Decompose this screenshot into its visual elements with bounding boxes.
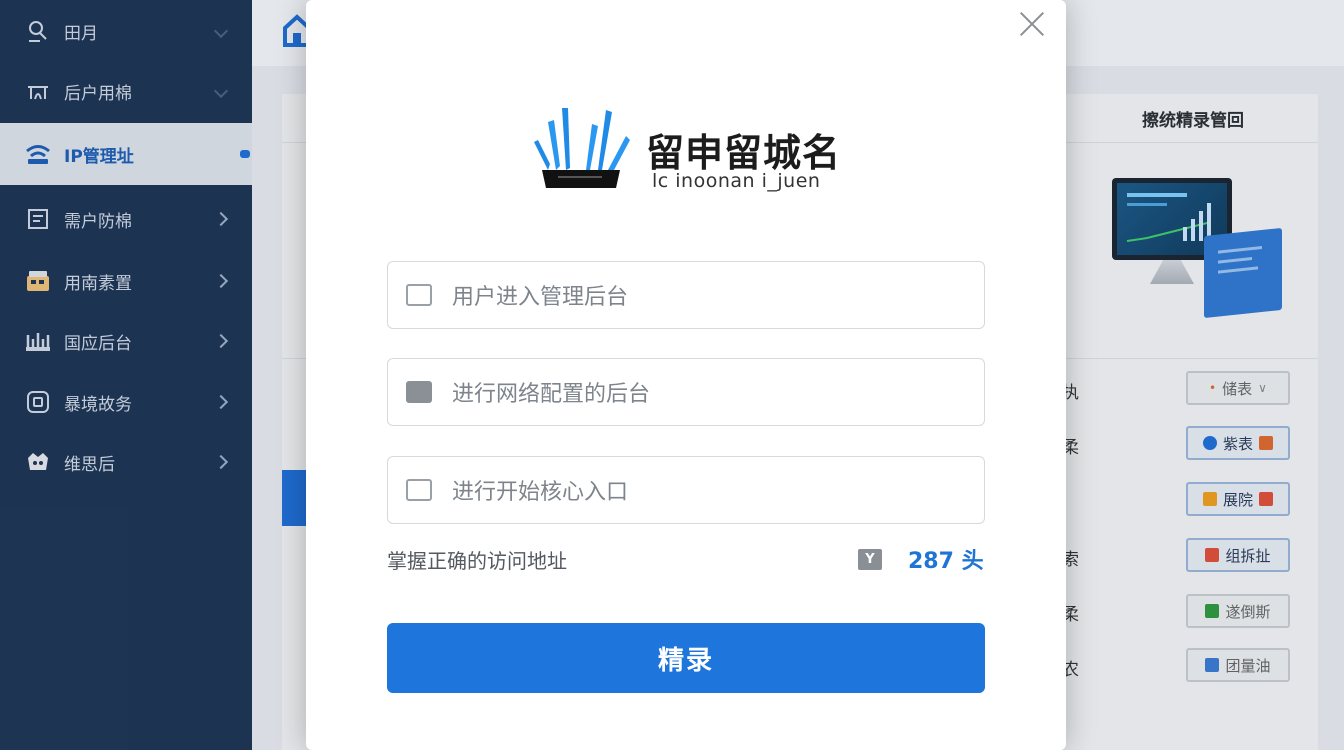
router-logo-icon <box>534 108 630 188</box>
admin-entry-field[interactable]: 用户进入管理后台 <box>387 261 985 329</box>
field-placeholder: 进行网络配置的后台 <box>452 382 651 407</box>
id-card-icon <box>406 284 432 306</box>
network-config-field[interactable]: 进行网络配置的后台 <box>387 358 985 426</box>
hint-text: 掌握正确的访问地址 <box>387 549 567 573</box>
brand-subtitle: lc inoonan i_juen <box>652 170 821 192</box>
image-icon <box>406 479 432 501</box>
field-placeholder: 进行开始核心入口 <box>452 480 629 505</box>
core-entry-field[interactable]: 进行开始核心入口 <box>387 456 985 524</box>
login-button[interactable]: 精录 <box>387 623 985 693</box>
brand-title: 留申留城名 <box>646 131 842 175</box>
close-icon[interactable] <box>1018 10 1046 38</box>
hint-count[interactable]: 287 头 <box>908 543 984 575</box>
field-placeholder: 用户进入管理后台 <box>452 285 629 310</box>
user-icon <box>406 381 432 403</box>
tag-icon: Y <box>858 549 882 570</box>
